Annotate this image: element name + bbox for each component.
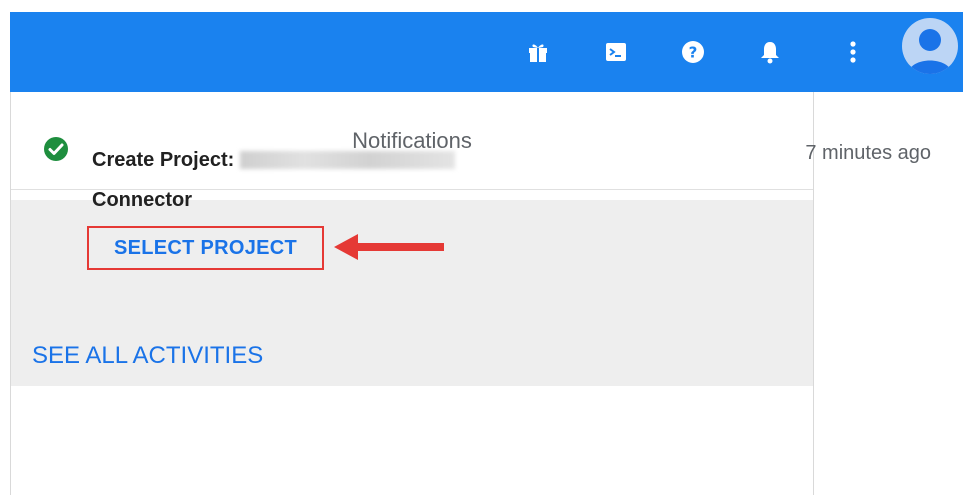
account-avatar-icon[interactable] — [902, 18, 958, 74]
app-header-bar: ? — [10, 12, 963, 92]
notification-title-suffix: Connector — [92, 189, 192, 211]
notification-time: 7 minutes ago — [805, 142, 931, 164]
check-circle-icon — [43, 136, 69, 167]
notification-title-prefix: Create Project: — [92, 149, 235, 171]
top-whitespace — [0, 0, 963, 12]
notification-title: Create Project: Connector — [92, 140, 512, 220]
help-icon[interactable]: ? — [675, 34, 711, 70]
gift-icon[interactable] — [520, 34, 556, 70]
more-vert-icon[interactable] — [835, 34, 871, 70]
annotation-arrow-icon — [332, 232, 448, 267]
redacted-project-name — [240, 151, 456, 169]
see-all-activities-link[interactable]: SEE ALL ACTIVITIES — [32, 342, 263, 370]
notifications-bell-icon[interactable] — [752, 34, 788, 70]
select-project-button[interactable]: SELECT PROJECT — [87, 226, 324, 270]
svg-text:?: ? — [689, 44, 698, 62]
cloud-shell-icon[interactable] — [598, 34, 634, 70]
